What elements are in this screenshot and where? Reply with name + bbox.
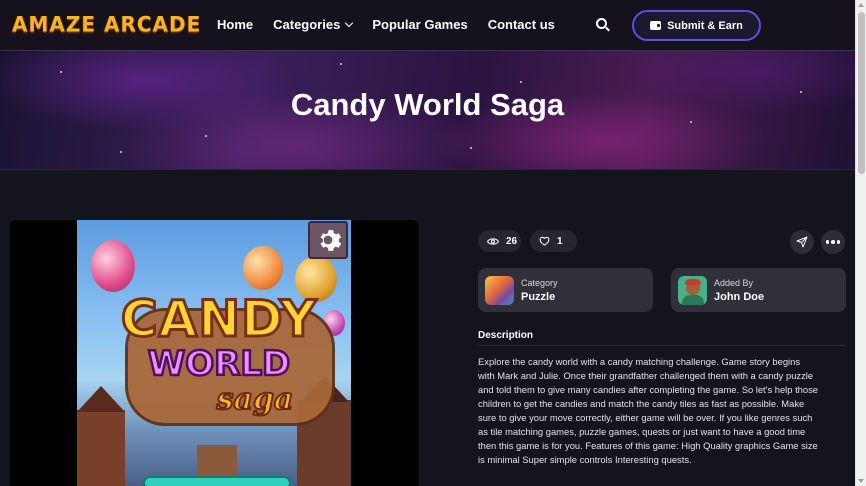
like-button[interactable]: 1 (530, 230, 577, 252)
page-scrollbar[interactable] (855, 0, 866, 486)
added-by-card[interactable]: Added By John Doe (671, 268, 846, 312)
nav-contact-us[interactable]: Contact us (488, 17, 555, 32)
nav-contact-us-label: Contact us (487, 17, 555, 32)
likes-count: 1 (557, 235, 563, 247)
description-title: Description (478, 330, 534, 341)
views-count: 26 (506, 235, 518, 247)
more-options-button[interactable] (821, 230, 845, 254)
more-dots-icon (825, 240, 841, 244)
game-cover-image[interactable]: CANDY WORLD saga (77, 220, 351, 486)
game-logo-line1: CANDY (119, 289, 318, 350)
scroll-thumb[interactable] (858, 12, 865, 174)
nav-home[interactable]: Home (217, 17, 253, 32)
nav-home-label: Home (217, 17, 254, 32)
heart-icon (539, 236, 550, 246)
nav-categories[interactable]: Categories (273, 17, 354, 32)
search-icon[interactable] (596, 18, 610, 32)
game-frame[interactable]: CANDY WORLD saga (10, 220, 419, 486)
added-by-value: John Doe (714, 291, 765, 303)
gear-icon[interactable] (308, 221, 348, 259)
site-header: AMAZE ARCADE Home Categories Popular Gam… (0, 0, 855, 51)
avatar (678, 276, 707, 305)
views-counter: 26 (478, 230, 521, 252)
eye-icon (487, 237, 499, 245)
page-title: Candy World Saga (290, 87, 565, 122)
category-thumbnail (485, 276, 514, 305)
submit-earn-label: Submit & Earn (667, 19, 743, 32)
nav-popular-games[interactable]: Popular Games (372, 17, 467, 32)
category-card[interactable]: Category Puzzle (478, 268, 653, 312)
description-body: Explore the candy world with a candy mat… (478, 356, 819, 465)
category-label: Category (521, 278, 558, 288)
game-logo-line2: WORLD (147, 343, 292, 386)
nav-categories-label: Categories (273, 17, 341, 32)
main-nav: Home Categories Popular Games Contact us (217, 17, 555, 32)
play-button[interactable] (143, 476, 291, 486)
wallet-icon (650, 21, 662, 30)
scroll-down-icon[interactable] (858, 479, 864, 483)
divider (478, 345, 846, 346)
game-logo-line3: saga (216, 381, 295, 418)
chevron-down-icon (345, 18, 354, 27)
share-button[interactable] (790, 230, 814, 254)
site-logo[interactable]: AMAZE ARCADE (12, 11, 201, 36)
nav-popular-games-label: Popular Games (372, 17, 468, 32)
game-logo: CANDY WORLD saga (105, 289, 335, 432)
scroll-up-icon[interactable] (858, 3, 864, 7)
submit-earn-button[interactable]: Submit & Earn (632, 10, 761, 41)
send-icon (796, 236, 808, 248)
hero-banner: Candy World Saga (0, 51, 855, 170)
category-value: Puzzle (521, 291, 556, 303)
added-by-label: Added By (714, 278, 754, 288)
